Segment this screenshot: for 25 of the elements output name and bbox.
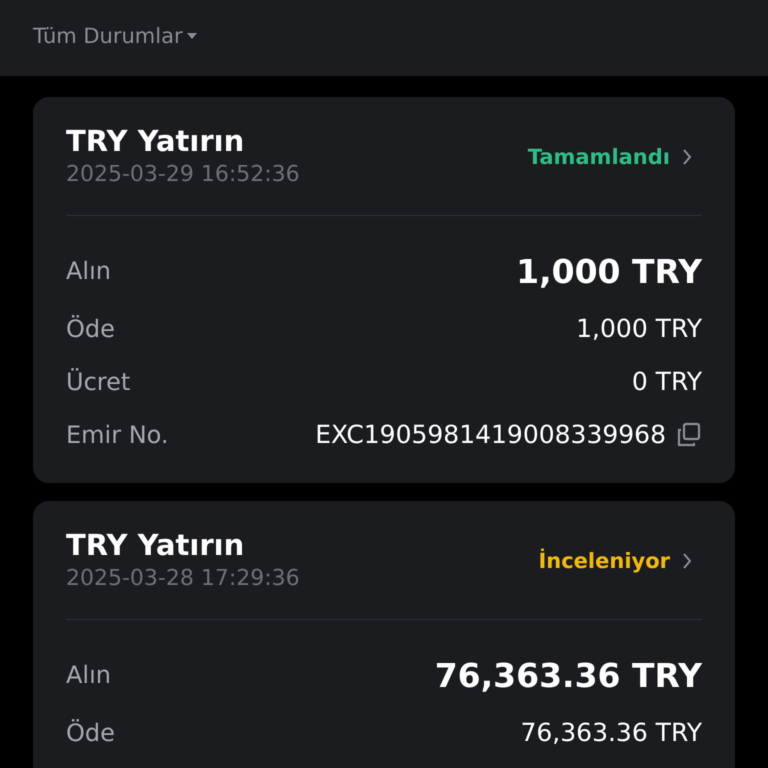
field-value: 1,000 TRY [516, 252, 702, 290]
order-status: Tamamlandı [528, 145, 670, 169]
field-value: 76,363.36 TRY [520, 718, 702, 747]
field-label: Emir No. [66, 420, 169, 448]
chevron-right-icon[interactable] [682, 148, 692, 166]
field-value: 0 TRY [632, 367, 702, 396]
field-value: 1,000 TRY [576, 314, 702, 343]
chevron-right-icon[interactable] [682, 552, 692, 570]
order-status: İnceleniyor [538, 549, 670, 573]
order-card[interactable]: TRY Yatırın 2025-03-28 17:29:36 İnceleniyor Alın 76,363.36 TRY Öde 76,363.36 TRY [33, 501, 735, 768]
caret-icon [186, 33, 197, 39]
field-label: Alın [66, 661, 111, 689]
field-value: 76,363.36 TRY [434, 656, 702, 694]
copy-icon[interactable] [676, 422, 702, 448]
order-date: 2025-03-29 16:52:36 [66, 161, 300, 189]
field-label: Alın [66, 257, 111, 285]
order-title: TRY Yatırın [66, 527, 246, 563]
order-card[interactable]: TRY Yatırın 2025-03-29 16:52:36 Tamamlandı Alın 1,000 TRY Öde 1,000 TRY Ücret 0 TRY Emir No. EXC1905981419008339968 [33, 97, 735, 483]
order-title: TRY Yatırın [66, 123, 246, 159]
field-label: Öde [66, 718, 115, 746]
status-filter-dropdown[interactable]: Tüm Durumlar [33, 24, 197, 48]
field-value: EXC1905981419008339968 [315, 420, 666, 449]
field-label: Ücret [66, 368, 130, 396]
order-date: 2025-03-28 17:29:36 [66, 565, 300, 593]
field-label: Öde [66, 314, 115, 342]
